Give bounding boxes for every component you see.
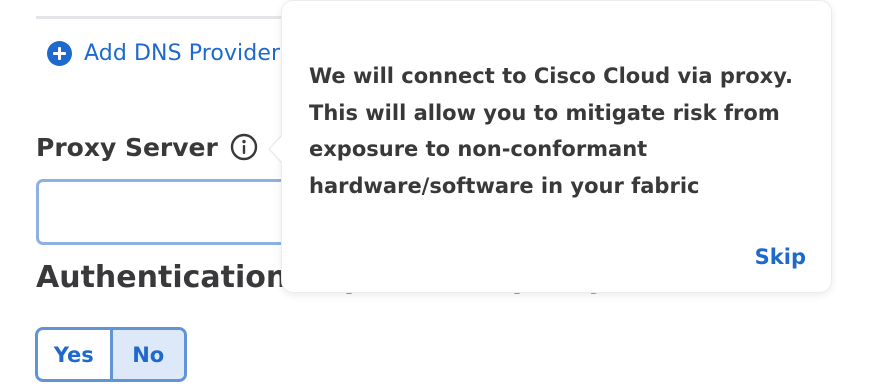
section-divider — [36, 16, 306, 19]
add-dns-provider-label: Add DNS Provider — [84, 40, 281, 66]
popover-line: hardware/software in your fabric — [309, 173, 700, 198]
info-icon[interactable] — [230, 133, 258, 161]
popover-line: We will connect to Cisco Cloud via proxy… — [309, 64, 793, 88]
popover-arrow — [270, 135, 283, 163]
popover-message: We will connect to Cisco Cloud via proxy… — [309, 58, 809, 204]
authentication-toggle: Yes No — [35, 327, 187, 382]
proxy-server-label-row: Proxy Server — [36, 130, 258, 164]
plus-circle-icon — [47, 40, 72, 66]
proxy-settings-screen: Add DNS Provider Proxy Server Authentica… — [0, 0, 882, 386]
proxy-info-popover: We will connect to Cisco Cloud via proxy… — [281, 0, 832, 293]
no-option[interactable]: No — [112, 330, 184, 379]
popover-line: This will allow you to mitigate risk fro… — [309, 100, 780, 125]
skip-button[interactable]: Skip — [755, 245, 806, 269]
popover-line: exposure to non-conformant — [309, 137, 648, 161]
yes-option[interactable]: Yes — [38, 330, 113, 379]
proxy-server-label: Proxy Server — [36, 132, 218, 162]
add-dns-provider-link[interactable]: Add DNS Provider — [46, 38, 280, 68]
